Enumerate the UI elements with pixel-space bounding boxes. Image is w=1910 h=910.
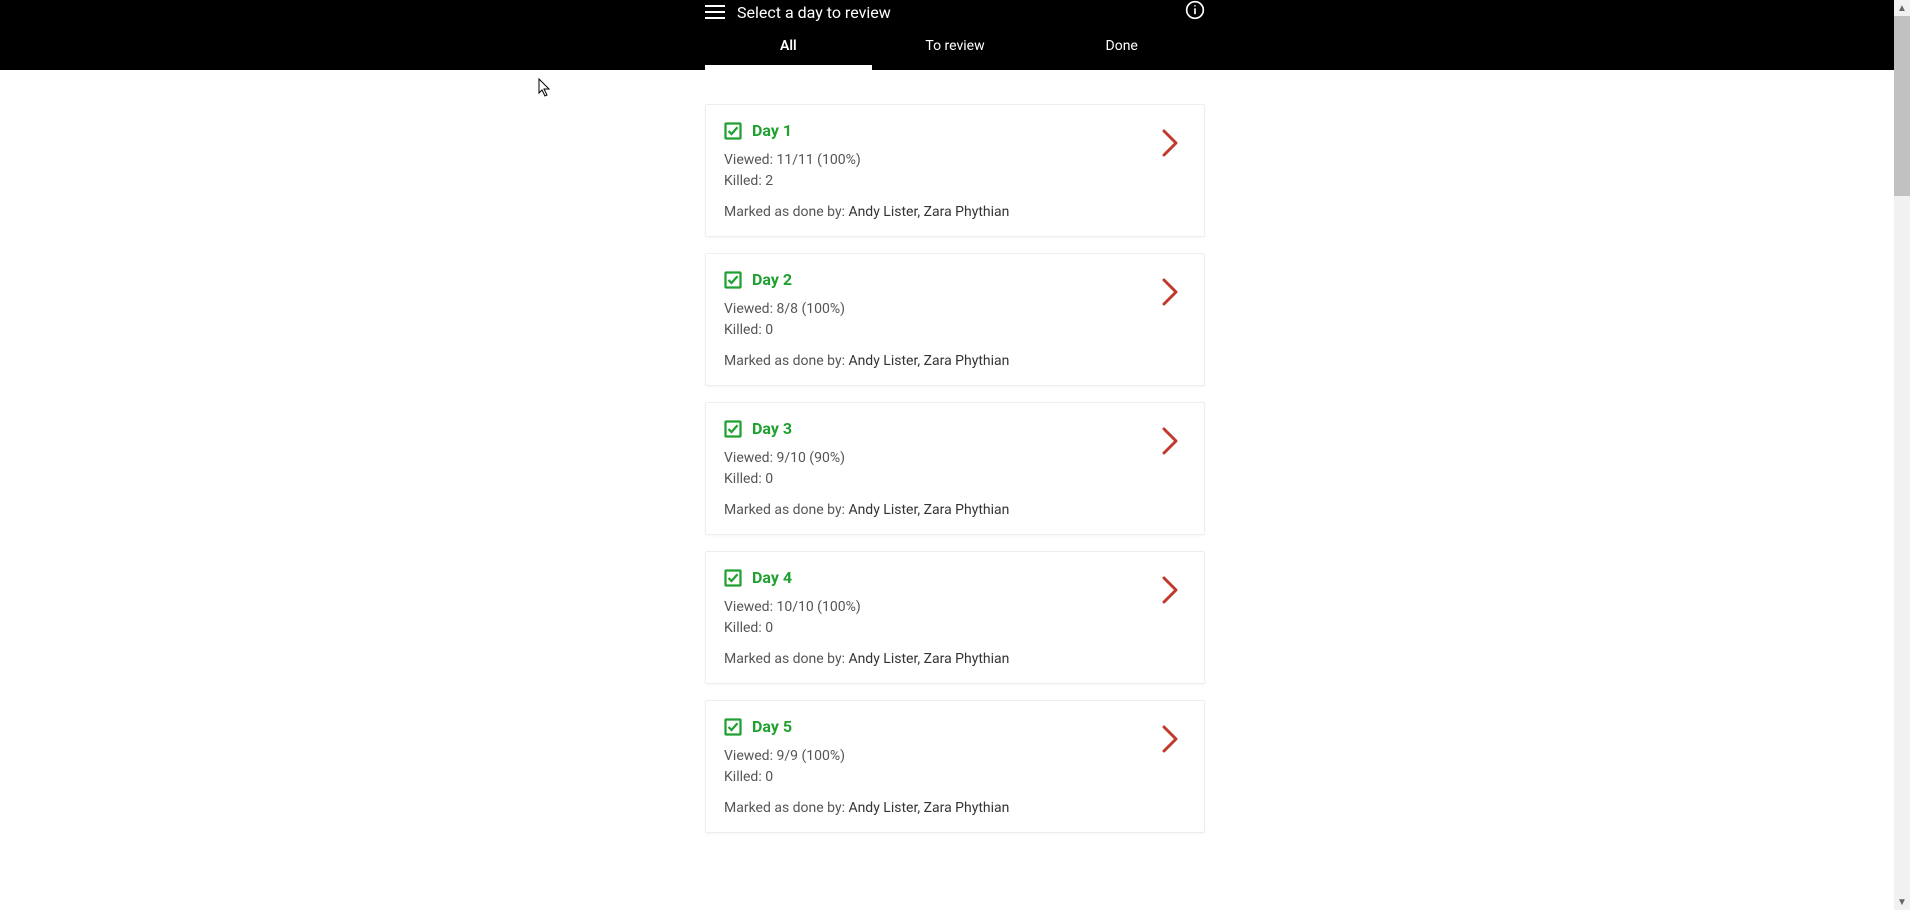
chevron-right-icon [1162,129,1178,157]
viewed-label: Viewed: [724,450,776,466]
viewed-label: Viewed: [724,599,776,615]
viewed-value: 10/10 (100%) [776,599,860,615]
checkbox-checked-icon [724,420,742,438]
scrollbar[interactable]: ▲ ▼ [1894,0,1910,910]
scroll-down-icon[interactable]: ▼ [1894,894,1910,910]
chevron-right-icon [1162,427,1178,455]
marked-names: Andy Lister, Zara Phythian [848,204,1009,220]
day-title: Day 5 [752,717,792,736]
killed-value: 0 [765,322,773,338]
viewed-value: 9/9 (100%) [776,748,845,764]
marked-label: Marked as done by: [724,502,848,518]
viewed-label: Viewed: [724,152,776,168]
killed-value: 0 [765,471,773,487]
info-icon[interactable] [1185,0,1205,24]
chevron-right-icon [1162,576,1178,604]
marked-names: Andy Lister, Zara Phythian [848,800,1009,816]
killed-value: 2 [765,173,773,189]
app-header: Select a day to review All To review Don… [0,0,1910,70]
marked-label: Marked as done by: [724,651,848,667]
day-card[interactable]: Day 5 Viewed: 9/9 (100%) Killed: 0 Marke… [705,700,1205,833]
day-card[interactable]: Day 1 Viewed: 11/11 (100%) Killed: 2 Mar… [705,104,1205,237]
scrollbar-thumb[interactable] [1894,16,1910,196]
chevron-right-icon [1162,725,1178,753]
killed-value: 0 [765,769,773,785]
checkbox-checked-icon [724,569,742,587]
viewed-label: Viewed: [724,748,776,764]
killed-label: Killed: [724,322,765,338]
menu-icon[interactable] [705,5,725,19]
marked-label: Marked as done by: [724,800,848,816]
killed-label: Killed: [724,769,765,785]
viewed-value: 11/11 (100%) [776,152,860,168]
day-title: Day 3 [752,419,792,438]
day-title: Day 4 [752,568,792,587]
viewed-value: 8/8 (100%) [776,301,845,317]
day-title: Day 1 [752,121,792,140]
checkbox-checked-icon [724,271,742,289]
tab-done[interactable]: Done [1038,24,1205,70]
killed-label: Killed: [724,620,765,636]
marked-names: Andy Lister, Zara Phythian [848,651,1009,667]
viewed-label: Viewed: [724,301,776,317]
day-card[interactable]: Day 4 Viewed: 10/10 (100%) Killed: 0 Mar… [705,551,1205,684]
tab-to-review[interactable]: To review [872,24,1039,70]
tab-all[interactable]: All [705,24,872,70]
day-list: Day 1 Viewed: 11/11 (100%) Killed: 2 Mar… [0,70,1910,873]
killed-label: Killed: [724,471,765,487]
day-title: Day 2 [752,270,792,289]
killed-value: 0 [765,620,773,636]
tabs: All To review Done [705,24,1205,70]
checkbox-checked-icon [724,718,742,736]
viewed-value: 9/10 (90%) [776,450,845,466]
page-title: Select a day to review [737,3,891,22]
day-card[interactable]: Day 3 Viewed: 9/10 (90%) Killed: 0 Marke… [705,402,1205,535]
checkbox-checked-icon [724,122,742,140]
marked-label: Marked as done by: [724,204,848,220]
marked-label: Marked as done by: [724,353,848,369]
scroll-up-icon[interactable]: ▲ [1894,0,1910,16]
marked-names: Andy Lister, Zara Phythian [848,502,1009,518]
marked-names: Andy Lister, Zara Phythian [848,353,1009,369]
killed-label: Killed: [724,173,765,189]
chevron-right-icon [1162,278,1178,306]
day-card[interactable]: Day 2 Viewed: 8/8 (100%) Killed: 0 Marke… [705,253,1205,386]
